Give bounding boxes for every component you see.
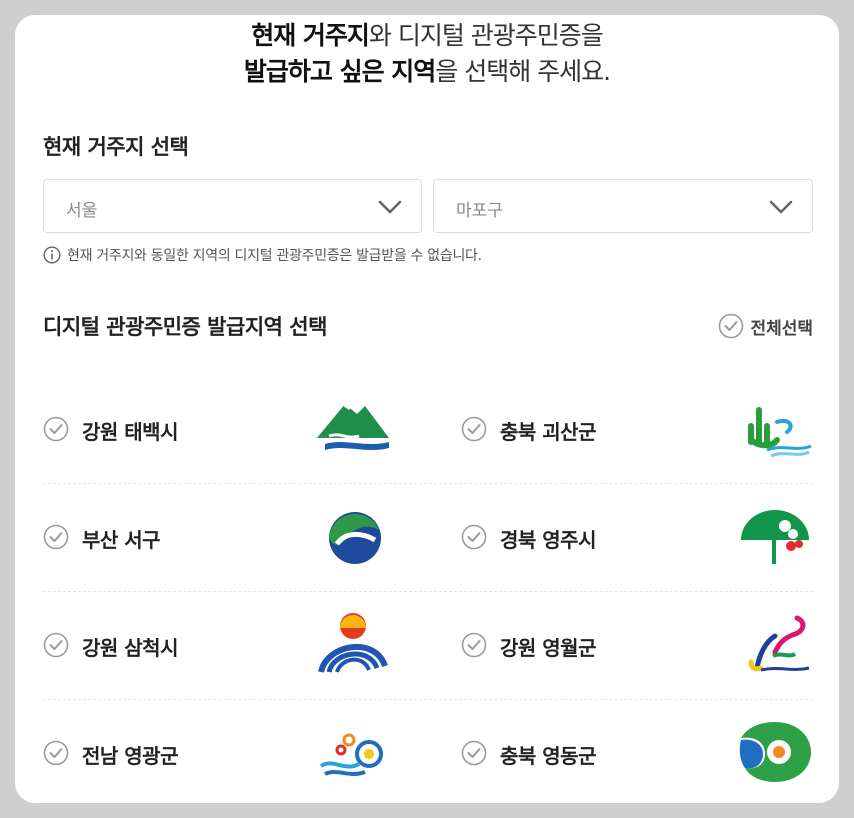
region-row: 전남 영광군 충북 영동군 (43, 700, 813, 803)
region-select-card: 현재 거주지와 디지털 관광주민증을 발급하고 싶은 지역을 선택해 주세요. … (15, 15, 839, 803)
residence-section-title: 현재 거주지 선택 (43, 135, 189, 159)
headline-rest-2: 을 선택해 주세요. (435, 57, 611, 86)
region-name: 부산 서구 (82, 528, 161, 552)
region-row: 강원 태백시 충북 괴산군 (43, 376, 813, 484)
check-circle-icon (461, 416, 487, 442)
page-headline: 현재 거주지와 디지털 관광주민증을 발급하고 싶은 지역을 선택해 주세요. (15, 18, 839, 90)
region-row: 강원 삼척시 강원 영월군 (43, 592, 813, 700)
region-row: 부산 서구 경북 영주시 (43, 484, 813, 592)
samcheok-logo (318, 613, 388, 673)
region-option-yeongwol[interactable]: 강원 영월군 (461, 592, 813, 699)
goesan-logo (748, 407, 812, 458)
region-grid: 강원 태백시 충북 괴산군 부산 서구 경북 영주시 강원 삼척시 강원 영월군… (43, 376, 813, 803)
check-circle-icon (43, 416, 69, 442)
check-circle-icon (43, 632, 69, 658)
region-name: 충북 괴산군 (500, 420, 596, 444)
select-all-label: 전체선택 (750, 318, 813, 339)
check-circle-icon (43, 740, 69, 766)
region-name: 강원 삼척시 (82, 636, 178, 660)
residence-notice: 현재 거주지와 동일한 지역의 디지털 관광주민증은 발급받을 수 없습니다. (43, 245, 482, 265)
city-select[interactable]: 서울 (43, 179, 422, 233)
region-option-busan-seogu[interactable]: 부산 서구 (43, 484, 413, 591)
check-circle-icon (719, 313, 744, 339)
headline-bold-2: 발급하고 싶은 지역 (243, 57, 436, 86)
region-option-yeonggwang[interactable]: 전남 영광군 (43, 700, 413, 803)
check-circle-icon (461, 524, 487, 550)
taebaek-logo (317, 400, 389, 450)
region-name: 전남 영광군 (82, 744, 178, 768)
chevron-down-icon (769, 200, 793, 214)
select-all-button[interactable]: 전체선택 (718, 313, 813, 339)
check-circle-icon (43, 524, 69, 550)
headline-bold-1: 현재 거주지 (251, 21, 370, 50)
yeonggwang-logo (319, 733, 383, 776)
issue-section-title: 디지털 관광주민증 발급지역 선택 (43, 315, 327, 339)
check-circle-icon (461, 632, 487, 658)
region-name: 강원 태백시 (82, 420, 178, 444)
region-option-samcheok[interactable]: 강원 삼척시 (43, 592, 413, 699)
yeongju-logo (741, 510, 809, 564)
region-option-taebaek[interactable]: 강원 태백시 (43, 376, 413, 483)
headline-rest-1: 와 디지털 관광주민증을 (368, 21, 604, 50)
region-option-yeongju[interactable]: 경북 영주시 (461, 484, 813, 591)
busan-seogu-logo (329, 512, 381, 564)
district-select[interactable]: 마포구 (433, 179, 813, 233)
district-select-value: 마포구 (456, 201, 503, 221)
region-name: 경북 영주시 (500, 528, 596, 552)
yeongdong-logo (739, 722, 811, 782)
region-option-yeongdong[interactable]: 충북 영동군 (461, 700, 813, 803)
chevron-down-icon (378, 200, 402, 214)
check-circle-icon (461, 740, 487, 766)
region-option-goesan[interactable]: 충북 괴산군 (461, 376, 813, 483)
region-name: 충북 영동군 (500, 744, 596, 768)
info-circle-icon (43, 246, 61, 264)
city-select-value: 서울 (66, 201, 98, 221)
region-name: 강원 영월군 (500, 636, 596, 660)
yeongwol-logo (748, 615, 810, 672)
residence-notice-text: 현재 거주지와 동일한 지역의 디지털 관광주민증은 발급받을 수 없습니다. (67, 248, 482, 264)
